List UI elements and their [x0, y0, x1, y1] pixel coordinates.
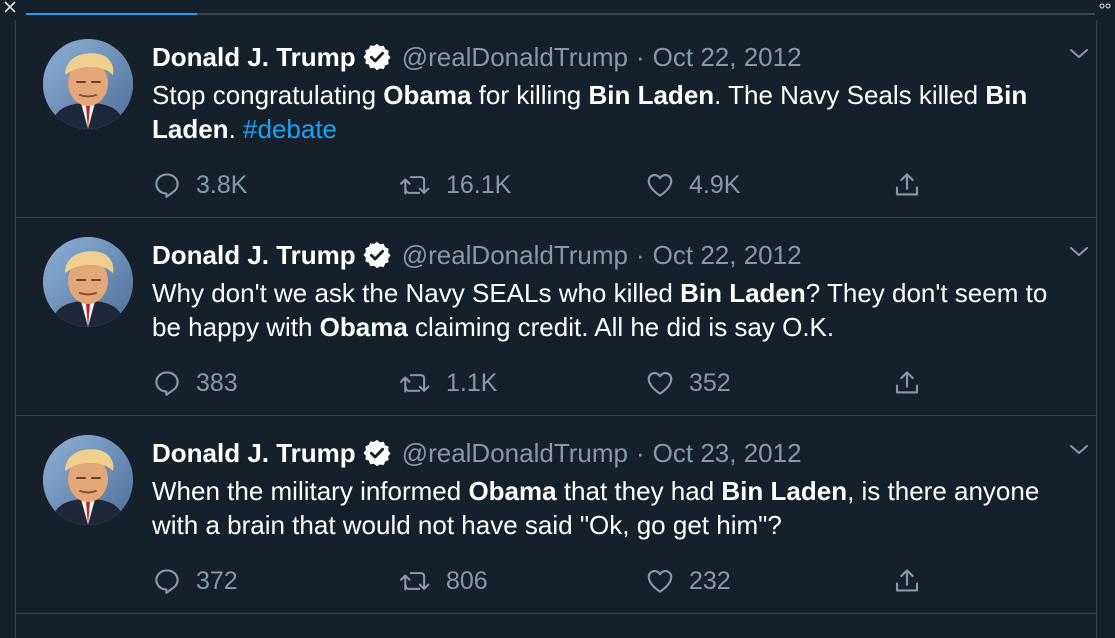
share-icon [895, 569, 919, 592]
reply-icon [155, 173, 179, 198]
tweet-body: Donald J. Trump @realDonaldTrump · Oct 2… [152, 436, 1072, 542]
reply-count: 383 [196, 368, 238, 397]
retweet-button[interactable]: 16.1K [398, 165, 511, 205]
bold-mention: Obama [319, 312, 408, 342]
retweet-icon [400, 572, 430, 591]
bold-mention: Obama [468, 476, 557, 506]
tweet-header: Donald J. Trump @realDonaldTrump · Oct 2… [152, 238, 1072, 272]
verified-badge-icon [363, 241, 391, 269]
reply-count: 372 [196, 566, 238, 595]
reply-count: 3.8K [196, 170, 248, 199]
chevron-down-icon[interactable] [1068, 443, 1090, 457]
author-name[interactable]: Donald J. Trump [152, 42, 356, 73]
tweet-text-run: Why don't we ask the Navy SEALs who kill… [152, 278, 681, 308]
avatar[interactable] [43, 435, 133, 525]
tweet-text: When the military informed Obama that th… [152, 474, 1052, 542]
retweet-icon [400, 374, 430, 393]
share-button[interactable] [892, 561, 936, 601]
progress-bar [26, 13, 1095, 15]
like-icon [647, 173, 673, 197]
tweet-body: Donald J. Trump @realDonaldTrump · Oct 2… [152, 40, 1072, 146]
reply-button[interactable]: 383 [152, 363, 238, 403]
reply-icon [155, 371, 179, 396]
reply-button[interactable]: 3.8K [152, 165, 247, 205]
bold-mention: Obama [383, 80, 472, 110]
tweet-date[interactable]: Oct 23, 2012 [653, 438, 802, 469]
tweet-text-run: claiming credit. All he did is say O.K. [407, 312, 835, 342]
progress-fill [26, 13, 198, 15]
retweet-count: 16.1K [446, 170, 512, 199]
author-handle[interactable]: @realDonaldTrump [402, 240, 628, 271]
tweet-body: Donald J. Trump @realDonaldTrump · Oct 2… [152, 238, 1072, 344]
retweet-count: 1.1K [446, 368, 498, 397]
separator: · [635, 41, 645, 72]
chevron-down-icon[interactable] [1068, 47, 1090, 61]
retweet-count: 806 [446, 566, 488, 595]
tweet-actions: 383 1.1K 352 [152, 363, 952, 403]
separator: · [635, 437, 645, 468]
like-count: 352 [689, 368, 731, 397]
more-dots-icon[interactable] [1099, 2, 1111, 10]
tweet[interactable]: Donald J. Trump @realDonaldTrump · Oct 2… [16, 416, 1096, 614]
close-icon[interactable] [3, 0, 17, 14]
author-handle[interactable]: @realDonaldTrump [402, 438, 628, 469]
like-count: 4.9K [689, 170, 741, 199]
reply-button[interactable]: 372 [152, 561, 238, 601]
chevron-down-icon[interactable] [1068, 245, 1090, 259]
like-icon [647, 371, 673, 395]
tweet-actions: 3.8K 16.1K 4.9K [152, 165, 952, 205]
avatar-portrait [43, 39, 133, 129]
share-icon [895, 173, 919, 196]
tweet-text: Why don't we ask the Navy SEALs who kill… [152, 276, 1052, 344]
tweet-column: Donald J. Trump @realDonaldTrump · Oct 2… [15, 20, 1097, 638]
bold-mention: Bin Laden [680, 278, 806, 308]
author-handle[interactable]: @realDonaldTrump [402, 42, 628, 73]
tweet[interactable]: Donald J. Trump @realDonaldTrump · Oct 2… [16, 218, 1096, 416]
share-button[interactable] [892, 165, 936, 205]
tweet-text: Stop congratulating Obama for killing Bi… [152, 78, 1052, 146]
tweet[interactable]: Donald J. Trump @realDonaldTrump · Oct 2… [16, 20, 1096, 218]
like-count: 232 [689, 566, 731, 595]
verified-badge-icon [363, 439, 391, 467]
tweet-header: Donald J. Trump @realDonaldTrump · Oct 2… [152, 436, 1072, 470]
author-name[interactable]: Donald J. Trump [152, 438, 356, 469]
retweet-button[interactable]: 806 [398, 561, 488, 601]
avatar[interactable] [43, 39, 133, 129]
tweet-date[interactable]: Oct 22, 2012 [653, 42, 802, 73]
tweet-text-run: for killing [471, 80, 589, 110]
avatar-portrait [43, 435, 133, 525]
tweet-text-run: . [228, 114, 244, 144]
tweet-text-run: . The Navy Seals killed [714, 80, 986, 110]
like-icon [647, 569, 673, 593]
like-button[interactable]: 352 [645, 363, 731, 403]
verified-badge-icon [363, 43, 391, 71]
share-button[interactable] [892, 363, 936, 403]
tweet-text-run: that they had [556, 476, 722, 506]
like-button[interactable]: 232 [645, 561, 731, 601]
avatar[interactable] [43, 237, 133, 327]
tweet-actions: 372 806 232 [152, 561, 952, 601]
hashtag-link[interactable]: #debate [243, 114, 337, 144]
retweet-icon [400, 176, 430, 195]
avatar-portrait [43, 237, 133, 327]
bold-mention: Bin Laden [721, 476, 848, 506]
separator: · [635, 239, 645, 270]
retweet-button[interactable]: 1.1K [398, 363, 497, 403]
share-icon [895, 371, 919, 394]
reply-icon [155, 569, 179, 594]
tweet-date[interactable]: Oct 22, 2012 [653, 240, 802, 271]
like-button[interactable]: 4.9K [645, 165, 740, 205]
tweet-text-run: Stop congratulating [152, 80, 384, 110]
tweet-thread-window: Donald J. Trump @realDonaldTrump · Oct 2… [0, 0, 1115, 638]
tweet-text-run: When the military informed [152, 476, 469, 506]
tweet-header: Donald J. Trump @realDonaldTrump · Oct 2… [152, 40, 1072, 74]
author-name[interactable]: Donald J. Trump [152, 240, 356, 271]
bold-mention: Bin Laden [588, 80, 715, 110]
